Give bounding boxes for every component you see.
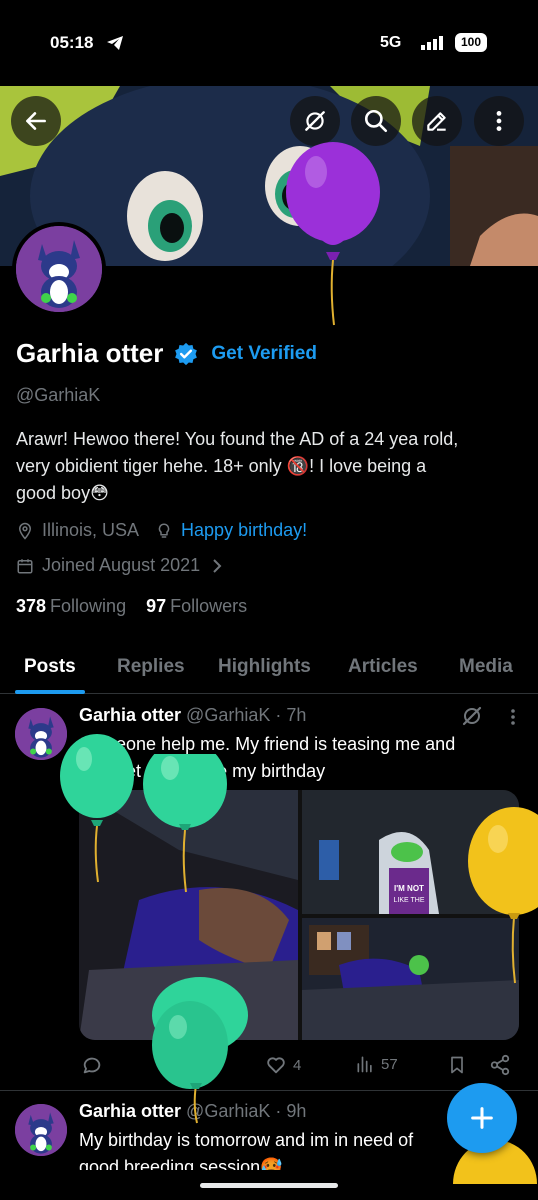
following-link[interactable]: 378 Following [16, 596, 126, 617]
signal-icon [421, 36, 443, 50]
location-pin-icon [18, 522, 32, 540]
tab-highlights[interactable]: Highlights [218, 656, 311, 678]
back-arrow-icon [26, 112, 46, 130]
network-indicator: 5G [380, 34, 402, 51]
share-button[interactable] [489, 1054, 511, 1076]
followers-link[interactable]: 97 Followers [146, 596, 247, 617]
views-button[interactable]: 57 [355, 1054, 398, 1074]
search-button[interactable] [351, 96, 401, 146]
get-verified-link[interactable]: Get Verified [211, 343, 317, 365]
more-vertical-icon[interactable] [503, 706, 523, 728]
back-button[interactable] [11, 96, 61, 146]
share-icon [490, 1054, 510, 1076]
status-time: 05:18 [50, 33, 94, 52]
chevron-right-icon [213, 558, 222, 573]
more-options-button[interactable] [474, 96, 524, 146]
more-vertical-icon [496, 111, 502, 131]
profile-handle: @GarhiaK [16, 385, 101, 405]
plus-icon [471, 1107, 493, 1129]
post-text-line: Someone help me. My friend is teasing me… [79, 734, 456, 754]
joined-date: Joined August 2021 [42, 555, 201, 575]
like-count: 4 [293, 1056, 302, 1074]
grok-icon[interactable] [460, 704, 484, 728]
profile-name-line: Garhia otter Get Verified [16, 338, 317, 369]
post-avatar[interactable] [15, 1104, 67, 1156]
followers-count: 97 [146, 596, 167, 616]
search-icon [364, 109, 388, 133]
follow-stats: 378 Following 97 Followers [16, 596, 247, 617]
status-bar: 05:18 5G 100 [0, 0, 538, 86]
birthday-link[interactable]: Happy birthday! [181, 520, 307, 541]
post-header: Garhia otter @GarhiaK · 7h [79, 705, 306, 726]
tab-posts[interactable]: Posts [24, 656, 76, 678]
following-label: Following [50, 596, 127, 616]
active-tab-indicator [15, 690, 85, 694]
display-name: Garhia otter [16, 338, 164, 368]
tab-articles[interactable]: Articles [348, 656, 418, 678]
bio-line: very obidient tiger hehe. 18+ only 🔞! I … [16, 456, 427, 476]
post-text-line: good breeding session🥵 [79, 1157, 283, 1170]
lightbulb-icon [158, 522, 170, 538]
edit-profile-button[interactable] [412, 96, 462, 146]
post-handle-time: @GarhiaK · 7h [186, 705, 307, 725]
views-icon [357, 1056, 372, 1073]
edit-pencil-icon [427, 112, 446, 131]
post-avatar[interactable] [15, 708, 67, 760]
avatar-image [15, 1104, 67, 1156]
following-count: 378 [16, 596, 47, 616]
post-actions: 4 57 [79, 1054, 519, 1080]
bio-line: good boy😳 [16, 483, 109, 503]
bio-line: Arawr! Hewoo there! You found the AD of … [16, 429, 459, 449]
profile-location: Illinois, USA [42, 520, 140, 540]
reply-icon [83, 1057, 101, 1074]
tab-replies[interactable]: Replies [117, 656, 185, 678]
post-text: Someone help me. My friend is teasing me… [79, 731, 529, 785]
compose-post-button[interactable] [447, 1083, 517, 1153]
telegram-icon [107, 36, 123, 50]
profile-tabs: Posts Replies Highlights Articles Media [0, 648, 538, 694]
post-author-name[interactable]: Garhia otter [79, 705, 181, 725]
home-indicator[interactable] [200, 1183, 338, 1188]
post-media-images: I'M NOT LIKE THE [79, 790, 519, 1040]
reply-button[interactable] [81, 1054, 103, 1076]
bookmark-icon [451, 1056, 463, 1074]
followers-label: Followers [170, 596, 248, 616]
avatar-image [15, 708, 67, 760]
bookmark-button[interactable] [447, 1054, 467, 1076]
profile-meta-row: Illinois, USA Happy birthday! [16, 520, 307, 541]
grok-button[interactable] [290, 96, 340, 146]
avatar-image [16, 226, 102, 312]
post-author-name[interactable]: Garhia otter [79, 1101, 181, 1121]
post-media-grid[interactable]: I'M NOT LIKE THE [79, 790, 519, 1040]
post-header: Garhia otter @GarhiaK · 9h [79, 1101, 306, 1122]
calendar-icon [17, 558, 33, 573]
heart-icon [267, 1057, 285, 1074]
tab-media[interactable]: Media [459, 656, 513, 678]
post-handle-time: @GarhiaK · 9h [186, 1101, 307, 1121]
media-sign-text: LIKE THE [394, 897, 425, 904]
verified-badge-icon[interactable] [173, 341, 199, 367]
media-sign-text: I'M NOT [394, 884, 424, 893]
grok-icon [305, 111, 325, 131]
battery-indicator: 100 [455, 33, 487, 52]
profile-avatar[interactable] [12, 222, 106, 316]
joined-row[interactable]: Joined August 2021 [16, 555, 232, 576]
view-count: 57 [381, 1055, 398, 1073]
like-button[interactable]: 4 [265, 1054, 301, 1076]
profile-bio: Arawr! Hewoo there! You found the AD of … [16, 426, 526, 507]
post-text-line: wont let me before my birthday [79, 761, 326, 781]
post-divider [0, 1090, 538, 1091]
